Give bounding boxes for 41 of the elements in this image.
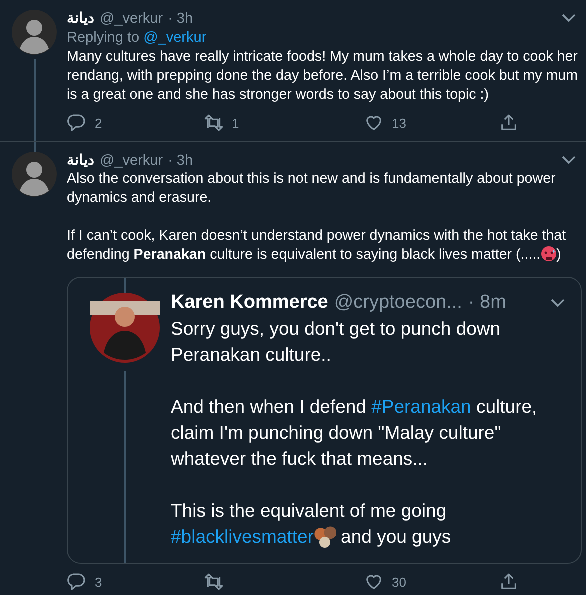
caret-icon[interactable] (562, 156, 576, 165)
emoji-icon (314, 526, 336, 548)
heart-icon[interactable] (364, 572, 384, 592)
quoted-tweet-card[interactable] (67, 277, 582, 564)
reply-count: 3 (95, 574, 102, 590)
retweet-count: 1 (232, 116, 240, 130)
emoji-icon (540, 246, 557, 262)
timestamp[interactable]: · 8m (468, 292, 506, 314)
user-handle[interactable]: @_verkur (100, 152, 164, 168)
hashtag-link[interactable]: #Peranakan (372, 396, 472, 417)
tweet-text: Sorry guys, you don't get to punch down Peranakan culture.. (171, 317, 502, 367)
user-name[interactable]: ديانة (67, 152, 95, 169)
timestamp[interactable]: · 3h (168, 152, 194, 168)
like-count: 30 (392, 574, 406, 590)
avatar-icon (12, 152, 57, 197)
tweet-text: This is the equivalent of me going #blacklivesmatter and you guys (171, 499, 452, 550)
caret-icon[interactable] (562, 14, 576, 23)
share-icon[interactable] (499, 113, 519, 133)
heart-icon[interactable] (364, 113, 384, 133)
user-name[interactable]: ديانة (67, 10, 95, 27)
user-handle[interactable]: @_verkur (100, 10, 164, 26)
caret-icon[interactable] (551, 298, 565, 308)
tweet-text: And then when I defend #Peranakan culture, claim I'm punching down "Malay culture" whatever the fuck that means... (171, 395, 538, 471)
user-handle[interactable]: @cryptoecon... (334, 292, 462, 314)
reply-count: 2 (95, 116, 102, 130)
tweet-text: If I can’t cook, Karen doesn’t understand power dynamics with the hot take that defending Peranakan culture is equivalent to saying black lives matter (..... ) (67, 227, 568, 265)
tweet-text: Also the conversation about this is not new and is fundamentally about power dynamics and erasure. (67, 170, 557, 208)
retweet-icon[interactable] (204, 113, 224, 133)
reply-icon[interactable] (67, 572, 87, 592)
like-count: 13 (392, 116, 406, 130)
hashtag-link[interactable]: #blacklivesmatter (171, 526, 314, 547)
retweet-icon[interactable] (204, 572, 224, 592)
share-icon[interactable] (499, 572, 519, 592)
mention-link[interactable]: @_verkur (144, 30, 207, 46)
tweet-text: Many cultures have really intricate foods! My mum takes a whole day to cook her rendang, with prepping done the day before. Also I’m a terrible cook but my mum is a great one and she has stronger words to say about this topic :) (67, 48, 579, 105)
timestamp[interactable]: · 3h (168, 10, 194, 26)
reply-context: Replying to @_verkur (67, 29, 208, 48)
avatar-icon (90, 293, 160, 363)
user-name[interactable]: Karen Kommerce (171, 292, 328, 314)
avatar-icon (12, 10, 57, 55)
reply-icon[interactable] (67, 113, 87, 133)
